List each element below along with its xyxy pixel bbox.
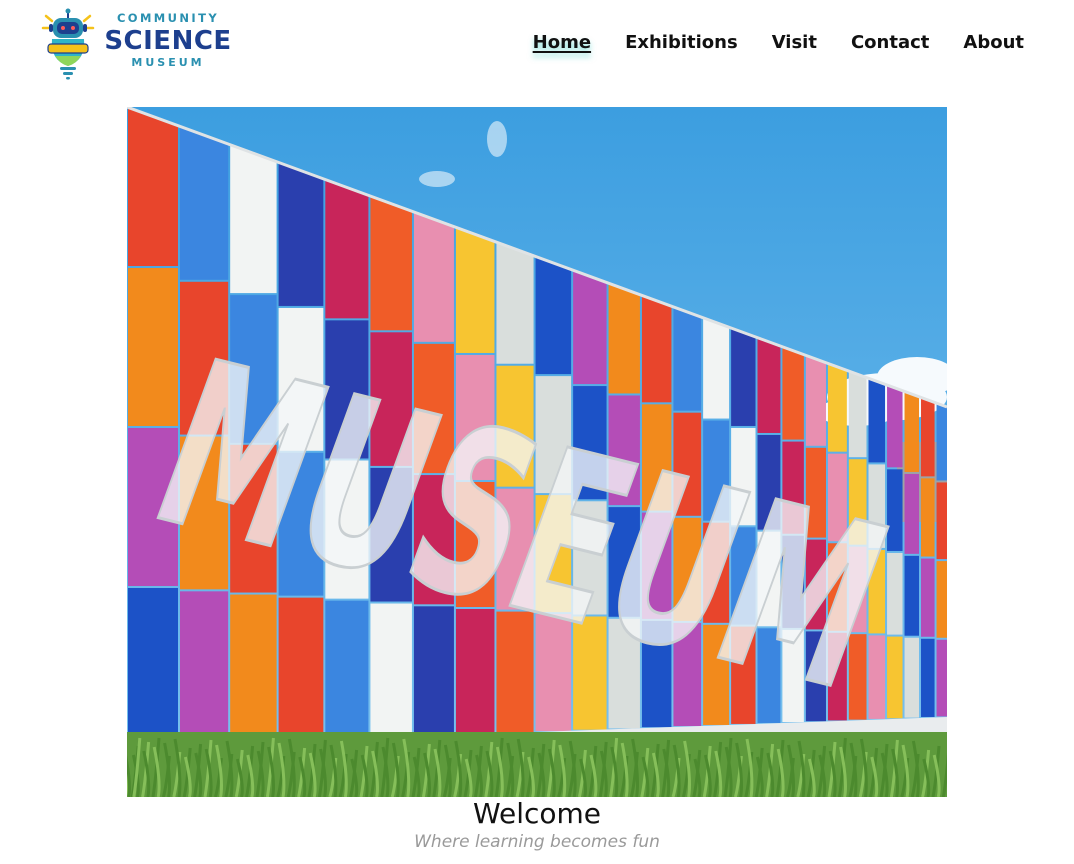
nav-about[interactable]: About — [963, 31, 1024, 55]
hero-image: MUSEUM — [127, 107, 947, 797]
welcome-subtitle: Where learning becomes fun — [414, 832, 660, 852]
robot-icon — [41, 8, 95, 80]
logo-line-main: SCIENCE — [104, 26, 232, 56]
nav-exhibitions[interactable]: Exhibitions — [625, 31, 738, 55]
logo-wordmark: COMMUNITY SCIENCE MUSEUM — [102, 12, 234, 69]
nav-visit[interactable]: Visit — [772, 31, 817, 55]
site-logo[interactable]: COMMUNITY SCIENCE MUSEUM — [40, 8, 240, 82]
site-header: COMMUNITY SCIENCE MUSEUM Home Exhibition… — [0, 0, 1074, 90]
welcome-title: Welcome — [472, 797, 602, 830]
nav-contact[interactable]: Contact — [851, 31, 929, 55]
nav-home[interactable]: Home — [533, 31, 591, 55]
main-nav: Home Exhibitions Visit Contact About — [533, 31, 1024, 55]
logo-line-bottom: MUSEUM — [131, 56, 205, 69]
logo-line-top: COMMUNITY — [116, 11, 220, 25]
museum-facade-photo: MUSEUM — [127, 107, 947, 797]
